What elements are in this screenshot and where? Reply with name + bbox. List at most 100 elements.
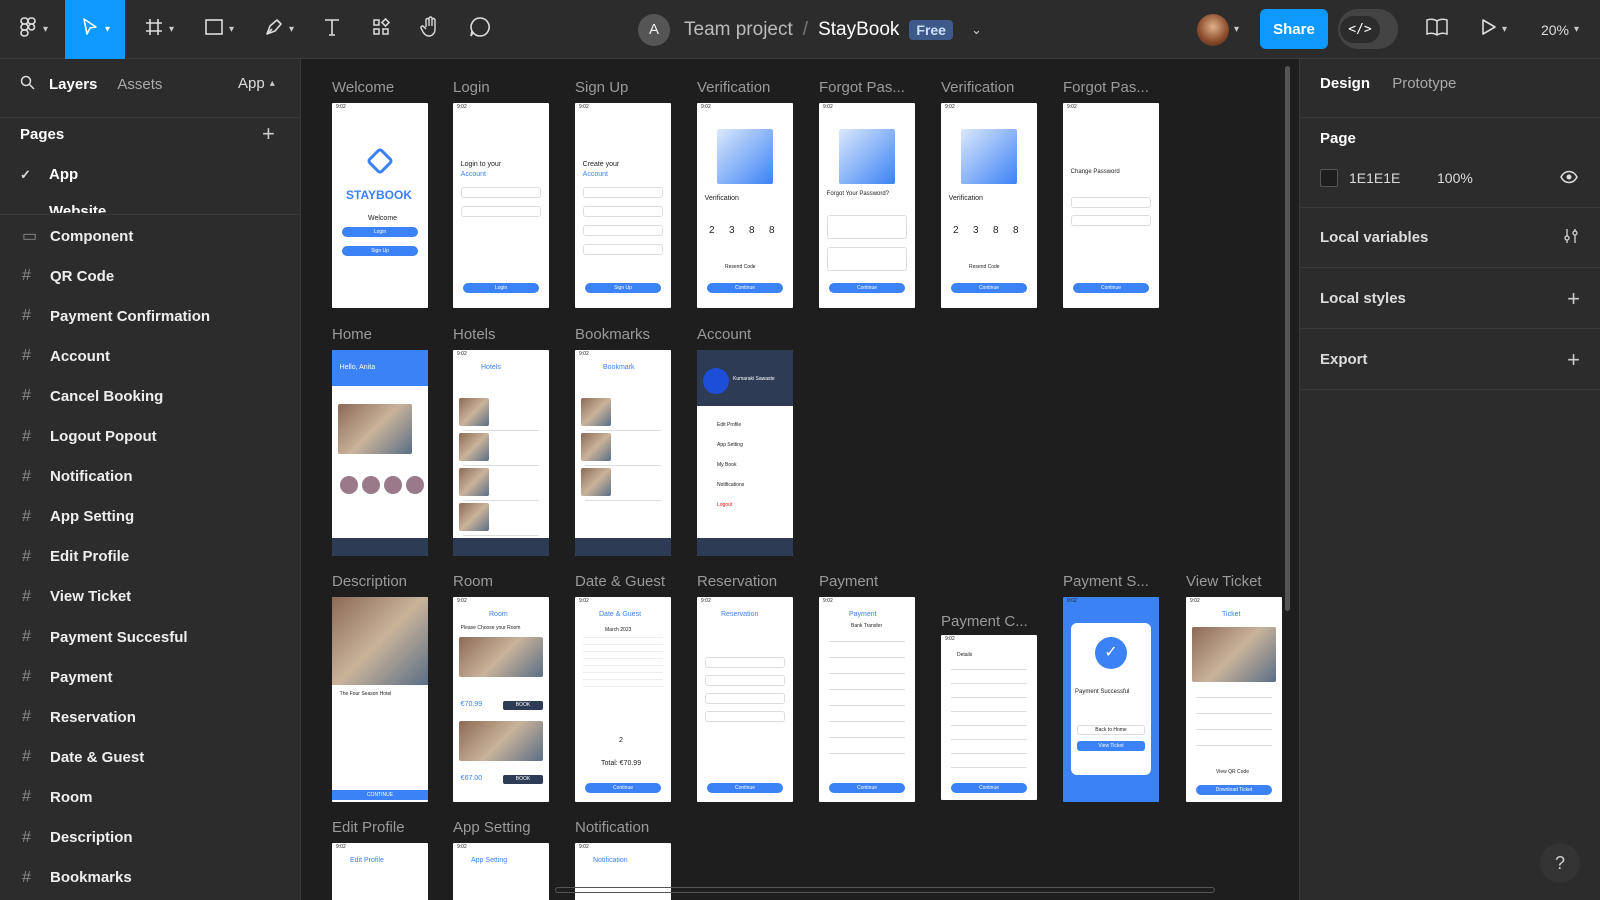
continue-button[interactable]: Continue [828,783,906,793]
frame-thumbnail[interactable]: 9:02 STAYBOOK Welcome Login Sign Up [332,103,428,308]
layer-item[interactable]: # View Ticket [0,577,300,617]
frame-label[interactable]: Hotels [453,326,496,343]
primary-button[interactable]: Login [462,283,540,293]
account-menu-item[interactable]: App Setting [717,442,743,448]
layer-item[interactable]: # Date & Guest [0,737,300,777]
bottom-nav[interactable] [453,538,549,556]
pen-tool-button[interactable]: ▾ [258,0,300,59]
frame-thumbnail[interactable]: 9:02 Payment Bank Transfer Continue [819,597,915,802]
frame-tool-button[interactable]: ▾ [138,0,180,59]
components-button[interactable] [366,0,396,59]
frame-thumbnail[interactable]: 9:02 Bookmark [575,350,671,556]
frame-thumbnail[interactable]: 9:02 Hotels [453,350,549,556]
destination-avatar[interactable] [384,476,402,494]
back-home-button[interactable]: Back to Home [1077,725,1145,735]
continue-button[interactable]: Continue [950,783,1028,793]
input-field[interactable] [1070,197,1152,208]
primary-button[interactable]: Continue [1072,283,1150,293]
vertical-scrollbar[interactable] [1285,66,1290,611]
frame-label[interactable]: Payment C... [941,613,1028,630]
bottom-nav[interactable] [575,538,671,556]
input-field[interactable] [582,187,664,198]
frame-thumbnail[interactable]: 9:02 Verification 2 3 8 8 Resend Code Continue [697,103,793,308]
page-color-swatch[interactable] [1320,169,1338,187]
frame-label[interactable]: Notification [575,819,649,836]
layer-item[interactable]: # Notification [0,457,300,497]
layer-item[interactable]: # Payment Confirmation [0,296,300,336]
layer-item[interactable]: # Description [0,818,300,858]
dev-mode-toggle[interactable]: </> [1338,9,1398,49]
frame-label[interactable]: Payment S... [1063,573,1149,590]
payment-option[interactable] [828,689,906,690]
account-menu-item[interactable]: Logout [717,502,732,508]
library-button[interactable] [1422,0,1452,59]
input-field[interactable] [826,247,908,271]
payment-option[interactable] [828,705,906,706]
frame-label[interactable]: Forgot Pas... [819,79,905,96]
account-menu-item[interactable]: Notifications [717,482,744,488]
frame-thumbnail[interactable]: 9:02Hello, Anita [332,350,428,556]
local-variables-section[interactable]: Local variables [1300,208,1600,268]
tab-assets[interactable]: Assets [117,76,162,93]
input-field[interactable] [1070,215,1152,226]
login-button[interactable]: Login [341,227,419,237]
book-button[interactable]: BOOK [503,701,543,710]
layer-item[interactable]: # QR Code [0,256,300,296]
frame-label[interactable]: Bookmarks [575,326,650,343]
input-field[interactable] [582,225,664,236]
destination-avatar[interactable] [362,476,380,494]
frame-label[interactable]: View Ticket [1186,573,1262,590]
frame-label[interactable]: App Setting [453,819,531,836]
text-tool-button[interactable] [317,0,347,59]
help-icon[interactable]: ? [1540,843,1580,883]
layer-item[interactable]: # Reservation [0,697,300,737]
payment-option[interactable] [828,673,906,674]
horizontal-scrollbar[interactable] [555,887,1215,893]
page-switcher[interactable]: App ▴ [238,75,275,92]
primary-button[interactable]: Continue [706,283,784,293]
frame-label[interactable]: Verification [941,79,1014,96]
frame-thumbnail[interactable]: 9:02 Edit Profile [332,843,428,900]
frame-label[interactable]: Payment [819,573,878,590]
frame-thumbnail[interactable]: 9:02Kumaraki SawasteEdit ProfileApp Sett… [697,350,793,556]
input-field[interactable] [582,244,664,255]
layer-item[interactable]: # Cancel Booking [0,376,300,416]
payment-option[interactable] [828,721,906,722]
frame-label[interactable]: Sign Up [575,79,628,96]
frame-label[interactable]: Description [332,573,407,590]
eye-icon[interactable] [1560,169,1578,190]
variables-icon[interactable] [1562,227,1580,249]
primary-button[interactable]: Sign Up [584,283,662,293]
collaborator-menu[interactable]: ▾ [1188,0,1248,59]
input-field[interactable] [704,693,786,704]
comment-tool-button[interactable] [465,0,495,59]
calendar-grid[interactable] [583,637,663,693]
frame-thumbnail[interactable]: 9:02 Details Continue [941,635,1037,800]
add-export-plus-icon[interactable]: + [1567,347,1580,373]
frame-label[interactable]: Forgot Pas... [1063,79,1149,96]
payment-option[interactable] [828,641,906,642]
destination-avatar[interactable] [340,476,358,494]
tab-prototype[interactable]: Prototype [1392,75,1456,92]
layer-item[interactable]: # Edit Profile [0,537,300,577]
input-field[interactable] [460,187,542,198]
frame-thumbnail[interactable]: 9:02The Four Season HotelCONTINUE [332,597,428,802]
layer-item[interactable]: # Logout Popout [0,417,300,457]
page-color-hex[interactable]: 1E1E1E [1349,170,1400,186]
frame-label[interactable]: Welcome [332,79,394,96]
frame-thumbnail[interactable]: 9:02 Date & Guest March 2023 2 Total: €70.99… [575,597,671,802]
frame-thumbnail[interactable]: 9:02 Verification 2 3 8 8 Resend Code Continue [941,103,1037,308]
frame-label[interactable]: Edit Profile [332,819,405,836]
canvas[interactable]: Welcome 9:02 STAYBOOK Welcome Login Sign Up Lo… [301,59,1299,900]
signup-button[interactable]: Sign Up [341,246,419,256]
export-section[interactable]: Export + [1300,330,1600,390]
collaborator-avatar[interactable] [1196,13,1229,46]
frame-thumbnail[interactable]: 9:02 Create your Account Sign Up [575,103,671,308]
payment-option[interactable] [828,737,906,738]
layer-item[interactable]: # Payment Succesful [0,617,300,657]
frame-label[interactable]: Verification [697,79,770,96]
page-item-app[interactable]: ✓ App [20,166,78,183]
payment-option[interactable] [828,657,906,658]
figma-menu-button[interactable]: ▾ [12,0,54,59]
tab-layers[interactable]: Layers [49,76,97,93]
